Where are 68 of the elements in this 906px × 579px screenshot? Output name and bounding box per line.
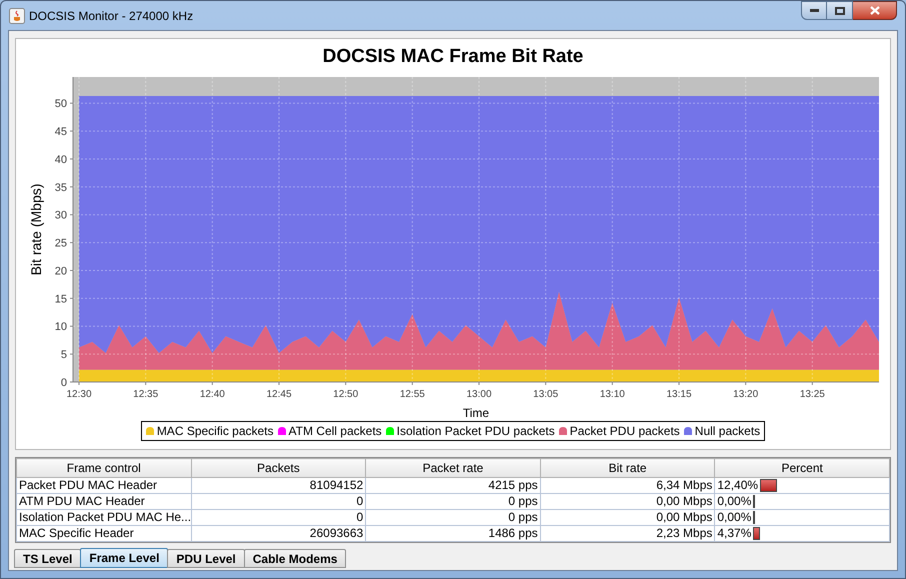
table-cell: MAC Specific Header — [16, 526, 192, 542]
column-header[interactable]: Packet rate — [366, 458, 540, 478]
y-tick-label: 25 — [54, 238, 66, 250]
x-axis-title: Time — [462, 406, 489, 420]
close-icon — [870, 6, 880, 15]
maximize-icon — [834, 6, 844, 14]
x-tick-label: 12:40 — [199, 389, 224, 400]
table-cell: 6,34 Mbps — [540, 478, 715, 494]
x-tick-label: 13:00 — [466, 389, 492, 400]
x-tick-label: 13:25 — [799, 389, 824, 400]
minimize-button[interactable] — [801, 1, 827, 20]
x-tick-label: 13:15 — [666, 389, 692, 400]
table-cell: 0 pps — [366, 494, 540, 510]
legend-label: Isolation Packet PDU packets — [396, 423, 555, 440]
tab[interactable]: TS Level — [14, 549, 82, 568]
x-tick-label: 13:10 — [599, 389, 624, 400]
column-header[interactable]: Packets — [191, 458, 366, 478]
x-tick-label: 12:45 — [266, 389, 292, 400]
x-tick-label: 12:55 — [399, 389, 424, 400]
column-header[interactable]: Percent — [714, 458, 890, 478]
y-tick-label: 5 — [60, 349, 66, 362]
table-cell: Packet PDU MAC Header — [16, 478, 192, 494]
y-tick-label: 0 — [60, 377, 66, 389]
table-cell: 0,00 Mbps — [540, 510, 715, 526]
table-cell: Isolation Packet PDU MAC He... — [16, 510, 192, 526]
x-tick-label: 13:20 — [732, 389, 758, 400]
table-cell: ATM PDU MAC Header — [16, 494, 192, 510]
y-tick-label: 30 — [54, 210, 66, 222]
x-tick-label: 12:35 — [132, 389, 158, 400]
table-cell: 2,23 Mbps — [540, 526, 715, 542]
table-cell: 81094152 — [191, 478, 366, 494]
tab[interactable]: Frame Level — [80, 548, 168, 568]
table-cell: 0 — [191, 494, 366, 510]
percent-value: 0,00% — [717, 494, 752, 509]
tab[interactable]: PDU Level — [167, 549, 245, 568]
y-tick-label: 50 — [54, 98, 66, 110]
table-cell: 0 — [191, 510, 366, 526]
maximize-button[interactable] — [827, 1, 853, 20]
table-cell: 1486 pps — [366, 526, 540, 542]
percent-value: 0,00% — [717, 510, 752, 525]
column-header[interactable]: Frame control — [16, 458, 192, 478]
table-cell: 0,00 Mbps — [540, 494, 715, 510]
x-tick-label: 12:30 — [66, 389, 92, 400]
x-tick-label: 13:05 — [532, 389, 558, 400]
table-cell: 0 pps — [366, 510, 540, 526]
window-title: DOCSIS Monitor - 274000 kHz — [29, 8, 194, 24]
legend-label: Null packets — [694, 423, 760, 440]
legend-label: Packet PDU packets — [570, 423, 680, 440]
app-icon — [9, 8, 25, 24]
x-tick-label: 12:50 — [332, 389, 358, 400]
y-tick-label: 10 — [54, 321, 66, 334]
tab[interactable]: Cable Modems — [244, 549, 346, 568]
percent-value: 12,40% — [717, 478, 758, 493]
y-axis-title: Bit rate (Mbps) — [28, 184, 44, 276]
chart-title: DOCSIS MAC Frame Bit Rate — [322, 45, 584, 69]
minimize-icon — [810, 9, 818, 12]
y-tick-label: 15 — [54, 293, 66, 306]
close-button[interactable] — [853, 1, 897, 20]
legend-label: ATM Cell packets — [288, 423, 382, 440]
table-cell: 4215 pps — [366, 478, 540, 494]
percent-value: 4,37% — [717, 526, 752, 541]
y-tick-label: 20 — [54, 265, 66, 278]
y-tick-label: 40 — [54, 154, 66, 166]
y-tick-label: 45 — [54, 126, 66, 138]
table-cell: 26093663 — [191, 526, 366, 542]
column-header[interactable]: Bit rate — [540, 458, 715, 478]
y-tick-label: 35 — [54, 182, 66, 194]
legend-label: MAC Specific packets — [156, 423, 274, 440]
